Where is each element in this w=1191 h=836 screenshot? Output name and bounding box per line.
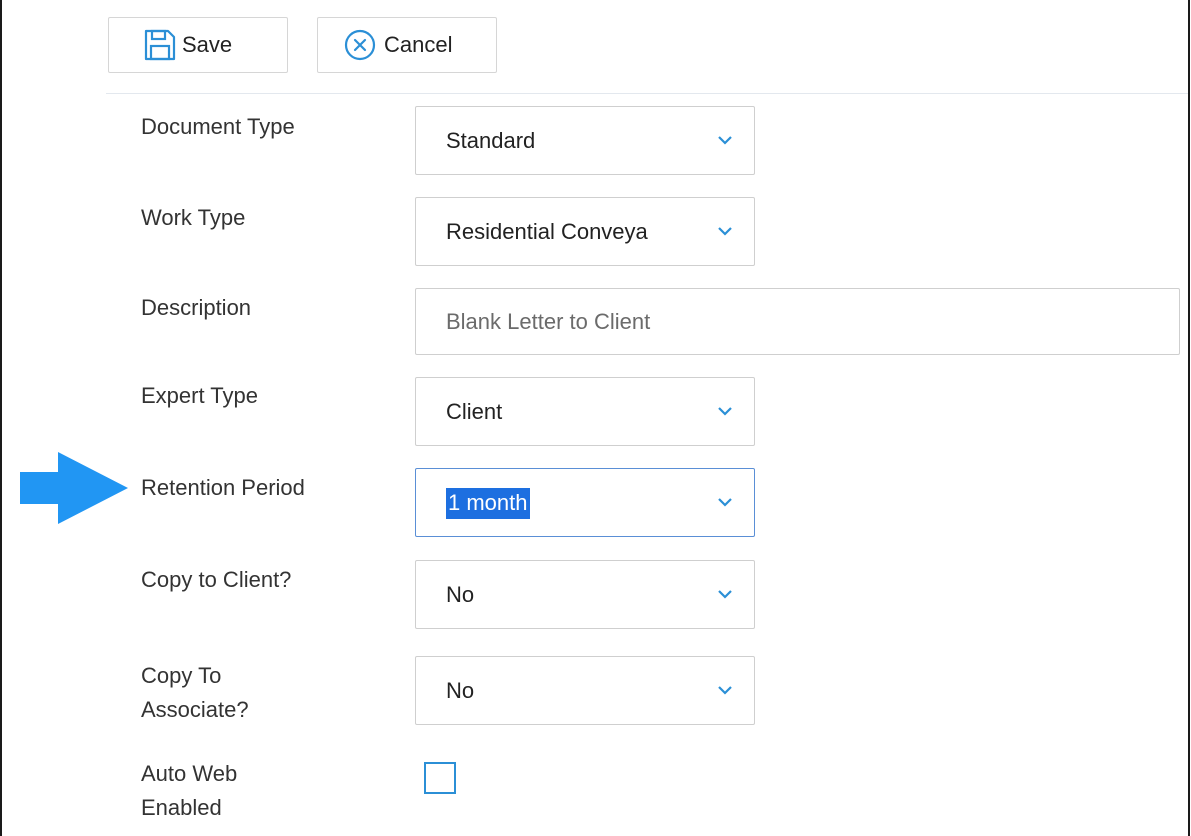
- auto-web-enabled-checkbox[interactable]: [424, 762, 456, 794]
- work-type-select[interactable]: Residential Conveya: [415, 197, 755, 266]
- chevron-down-icon: [718, 686, 732, 695]
- cancel-button[interactable]: Cancel: [317, 17, 497, 73]
- auto-web-enabled-label-line2: Enabled: [141, 795, 222, 820]
- copy-to-associate-label-line1: Copy To: [141, 663, 222, 688]
- copy-to-client-value: No: [446, 582, 475, 607]
- chevron-down-icon: [718, 590, 732, 599]
- copy-to-client-label: Copy to Client?: [141, 567, 292, 592]
- document-type-label: Document Type: [141, 114, 295, 139]
- auto-web-enabled-label-line1: Auto Web: [141, 761, 238, 786]
- description-label: Description: [141, 295, 252, 320]
- save-button-label: Save: [182, 32, 233, 57]
- window-border-right: [1188, 0, 1190, 836]
- expert-type-value: Client: [446, 399, 503, 424]
- chevron-down-icon: [718, 136, 732, 145]
- description-value: Blank Letter to Client: [446, 309, 651, 334]
- retention-period-select[interactable]: 1 month: [415, 468, 755, 537]
- window-border-left: [0, 0, 2, 836]
- document-type-select[interactable]: Standard: [415, 106, 755, 175]
- retention-period-value: 1 month: [446, 469, 686, 536]
- save-button[interactable]: Save: [108, 17, 288, 73]
- retention-period-selected-text: 1 month: [446, 488, 530, 519]
- toolbar-divider: [106, 93, 1188, 94]
- save-icon: [142, 27, 178, 63]
- copy-to-associate-select[interactable]: No: [415, 656, 755, 725]
- description-input[interactable]: Blank Letter to Client: [415, 288, 1180, 355]
- copy-to-client-select[interactable]: No: [415, 560, 755, 629]
- cancel-button-label: Cancel: [384, 32, 453, 57]
- retention-period-label: Retention Period: [141, 475, 305, 500]
- copy-to-associate-value: No: [446, 678, 475, 703]
- chevron-down-icon: [718, 407, 732, 416]
- work-type-value: Residential Conveya: [446, 219, 648, 244]
- pointer-arrow-icon: [20, 452, 128, 524]
- chevron-down-icon: [718, 227, 732, 236]
- document-type-value: Standard: [446, 128, 536, 153]
- chevron-down-icon: [718, 498, 732, 507]
- work-type-label: Work Type: [141, 205, 246, 230]
- expert-type-label: Expert Type: [141, 383, 258, 408]
- copy-to-associate-label-line2: Associate?: [141, 697, 249, 722]
- auto-web-enabled-label: Auto Web Enabled: [141, 757, 237, 825]
- copy-to-associate-label: Copy To Associate?: [141, 659, 249, 727]
- cancel-circle-icon: [342, 27, 378, 63]
- expert-type-select[interactable]: Client: [415, 377, 755, 446]
